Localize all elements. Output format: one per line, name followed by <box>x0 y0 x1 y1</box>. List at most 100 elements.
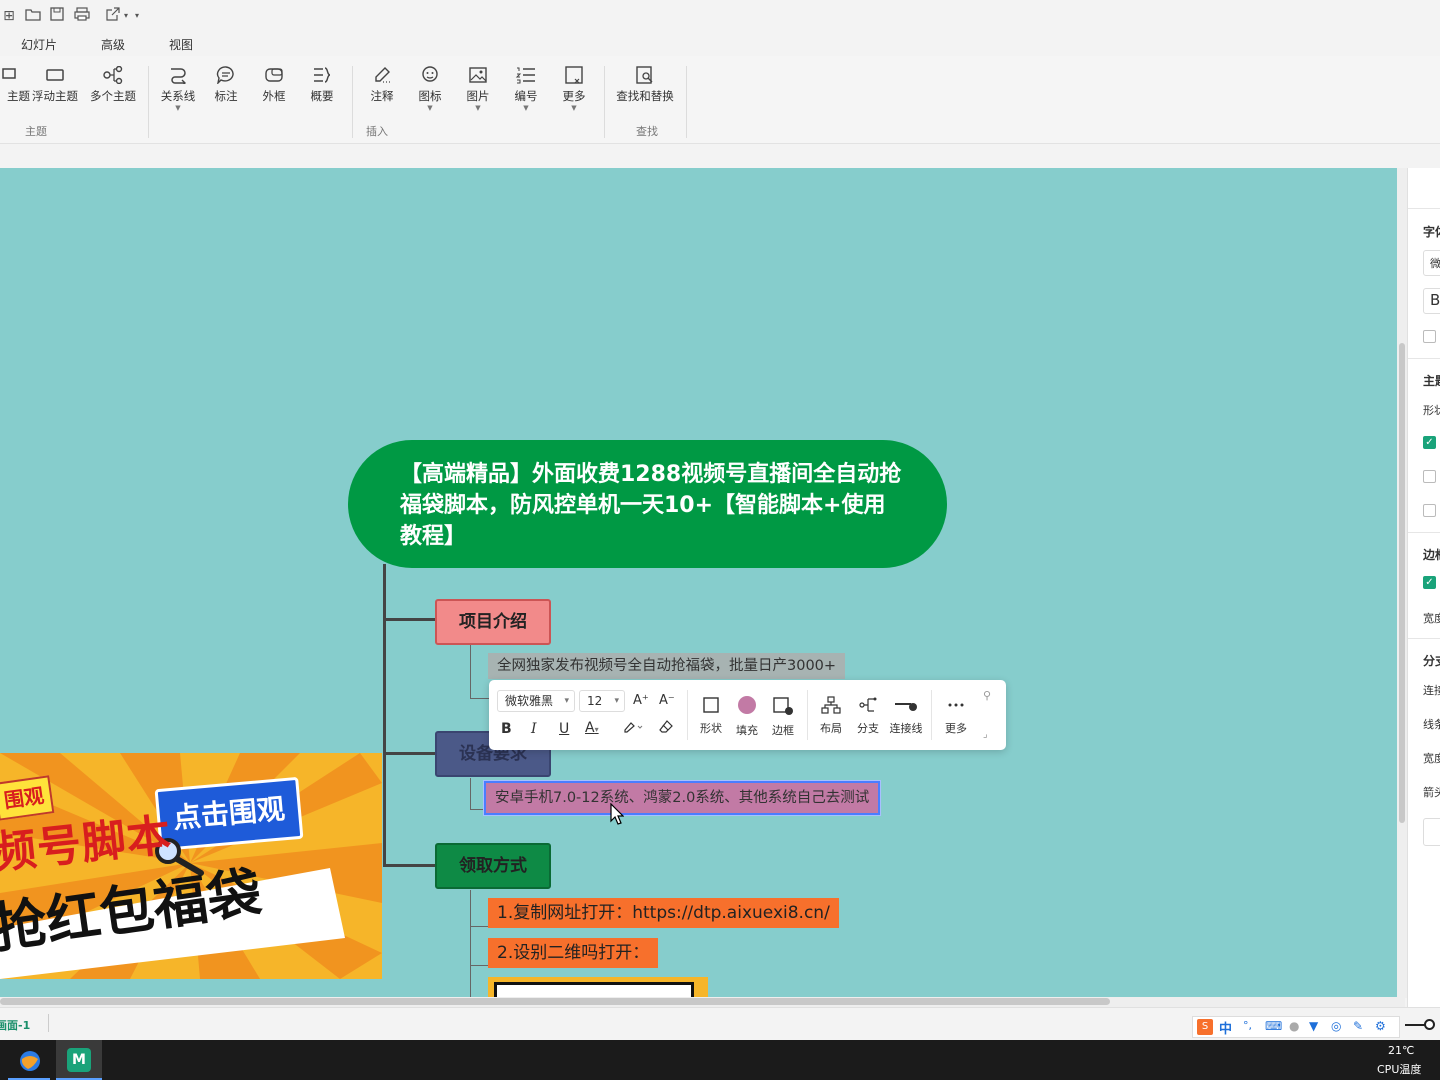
numbering-button[interactable]: 编号 ▼ <box>502 64 550 124</box>
image-button[interactable]: 图片 ▼ <box>454 64 502 124</box>
panel-button[interactable] <box>1423 818 1440 846</box>
multiple-topics-button[interactable]: 多个主题 <box>89 64 137 124</box>
toolbar-divider <box>807 690 808 740</box>
qr-code-image[interactable] <box>488 977 708 998</box>
topic-button[interactable]: 主题 <box>0 64 30 124</box>
zoom-slider-handle[interactable] <box>1424 1019 1435 1030</box>
highlight-icon[interactable] <box>623 720 645 739</box>
font-color-icon[interactable]: A▾ <box>585 719 599 739</box>
panel-label: 边框 <box>1423 548 1440 562</box>
subtopic-selected[interactable]: 安卓手机7.0-12系统、鸿蒙2.0系统、其他系统自己去测试 <box>482 780 882 816</box>
checkbox[interactable] <box>1423 504 1436 517</box>
boundary-icon <box>265 68 283 82</box>
bold-toggle[interactable]: B <box>1423 288 1440 314</box>
more-options-button[interactable]: 更多 <box>936 696 976 736</box>
branch-icon <box>859 697 877 712</box>
checkbox[interactable] <box>1423 330 1436 343</box>
main-connector <box>383 564 386 866</box>
group-label-topic: 主题 <box>25 125 47 138</box>
chevron-down-icon: ▼ <box>427 104 433 112</box>
fill-button[interactable]: 填充 <box>727 696 767 738</box>
pin-icon[interactable]: ⚲ <box>983 687 991 705</box>
fill-swatch <box>738 696 756 714</box>
floating-topic-button[interactable]: 浮动主题 <box>31 64 79 124</box>
vertical-scrollbar[interactable] <box>1397 168 1407 998</box>
group-label-find: 查找 <box>636 125 658 138</box>
font-family-select[interactable]: 微软雅黑 <box>497 690 575 712</box>
sub-connector <box>470 965 488 966</box>
tab-slideshow[interactable]: 幻灯片 <box>21 36 57 53</box>
status-divider <box>48 1014 49 1032</box>
subtopic[interactable]: 1.复制网址打开：https://dtp.aixuexi8.cn/ <box>488 898 839 928</box>
numbered-list-icon <box>515 67 535 84</box>
menu-bar: 幻灯片 高级 视图 <box>0 32 1440 56</box>
shape-button[interactable]: 形状 <box>691 696 731 736</box>
panel-label: 字体 <box>1423 225 1440 239</box>
user-icon[interactable]: ● <box>1289 1019 1299 1033</box>
subtopic[interactable]: 全网独家发布视频号全自动抢福袋，批量日产3000+ <box>488 653 846 679</box>
increase-font-icon[interactable]: A⁺ <box>633 692 649 710</box>
decrease-font-icon[interactable]: A⁻ <box>659 692 675 710</box>
group-label-insert: 插入 <box>366 125 388 138</box>
banner-image[interactable]: 围观 点击围观 频号脚本 抢红包福袋 <box>0 753 382 979</box>
underline-icon[interactable]: U <box>559 720 569 738</box>
clear-format-icon[interactable] <box>659 720 673 739</box>
branch-button[interactable]: 分支 <box>848 696 888 736</box>
root-topic[interactable]: 【高端精品】外面收费1288视频号直播间全自动抢福袋脚本，防风控单机一天10+【… <box>348 440 947 568</box>
font-select[interactable]: 微 <box>1423 250 1440 276</box>
summary-button[interactable]: 概要 <box>298 64 346 124</box>
italic-icon[interactable]: I <box>531 720 537 738</box>
keyboard-icon[interactable]: ⌨ <box>1265 1019 1282 1033</box>
taskbar-app-browser[interactable] <box>8 1043 50 1080</box>
border-button[interactable]: 边框 <box>763 696 803 738</box>
tab-view[interactable]: 视图 <box>169 36 193 53</box>
punctuation-icon[interactable]: °, <box>1243 1019 1252 1032</box>
ime-lang-toggle[interactable]: 中 <box>1219 1018 1232 1037</box>
horizontal-scrollbar[interactable] <box>0 997 1405 1007</box>
subtopic[interactable]: 2.设别二维吗打开： <box>488 938 659 968</box>
boundary-button[interactable]: 外框 <box>250 64 298 124</box>
fill-color-icon <box>738 696 756 714</box>
pen-icon[interactable]: ✎ <box>1353 1019 1363 1033</box>
ime-logo-icon[interactable]: S <box>1197 1019 1213 1035</box>
image-icon <box>469 67 487 83</box>
connector-line-button[interactable]: 连接线 <box>885 696 927 736</box>
checkbox-checked[interactable]: ✓ <box>1423 436 1436 449</box>
tab-advanced[interactable]: 高级 <box>101 36 125 53</box>
callout-button[interactable]: 标注 <box>202 64 250 124</box>
print-icon[interactable] <box>73 7 91 25</box>
bold-icon[interactable]: B <box>501 720 512 738</box>
topic-project-intro[interactable]: 项目介绍 <box>435 599 551 645</box>
icon-button[interactable]: 图标 ▼ <box>406 64 454 124</box>
find-replace-button[interactable]: 查找和替换 <box>612 64 678 124</box>
relationship-button[interactable]: 关系线 ▼ <box>154 64 202 124</box>
collapse-icon[interactable]: ⌟ <box>983 726 988 744</box>
quick-access-toolbar: ⊞ ▾ ▾ <box>0 0 1440 32</box>
open-folder-icon[interactable] <box>24 7 42 25</box>
ribbon-divider <box>604 66 605 138</box>
font-size-select[interactable]: 12 <box>579 690 625 712</box>
save-icon[interactable] <box>48 7 66 25</box>
sub-connector <box>470 698 490 699</box>
panel-label: 形状 <box>1423 404 1440 417</box>
customize-dropdown-icon[interactable]: ▾ <box>128 7 146 25</box>
more-button[interactable]: 更多 ▼ <box>550 64 598 124</box>
topic-how-to-get[interactable]: 领取方式 <box>435 843 551 889</box>
checkbox[interactable] <box>1423 470 1436 483</box>
connector <box>383 752 435 755</box>
temperature-label[interactable]: CPU温度 <box>1377 1061 1421 1077</box>
page-tab[interactable]: 画面-1 <box>0 1017 30 1033</box>
new-icon[interactable]: ⊞ <box>0 7 18 25</box>
layout-button[interactable]: 布局 <box>811 696 851 736</box>
note-button[interactable]: 注释 <box>358 64 406 124</box>
gear-icon[interactable]: ⚙ <box>1375 1019 1386 1033</box>
taskbar-app-mindmaster[interactable]: M <box>56 1040 102 1080</box>
checkbox-checked[interactable]: ✓ <box>1423 576 1436 589</box>
ribbon-divider <box>686 66 687 138</box>
mindmap-canvas[interactable]: 围观 点击围观 频号脚本 抢红包福袋 【高端精品】外面收费1288视频号直播间全… <box>0 168 1397 998</box>
scrollbar-thumb[interactable] <box>0 998 1110 1005</box>
panel-label: 分支 <box>1423 654 1440 668</box>
skin-icon[interactable]: ▼ <box>1309 1019 1318 1033</box>
ai-icon[interactable]: ◎ <box>1331 1019 1341 1033</box>
scrollbar-thumb[interactable] <box>1399 343 1405 823</box>
